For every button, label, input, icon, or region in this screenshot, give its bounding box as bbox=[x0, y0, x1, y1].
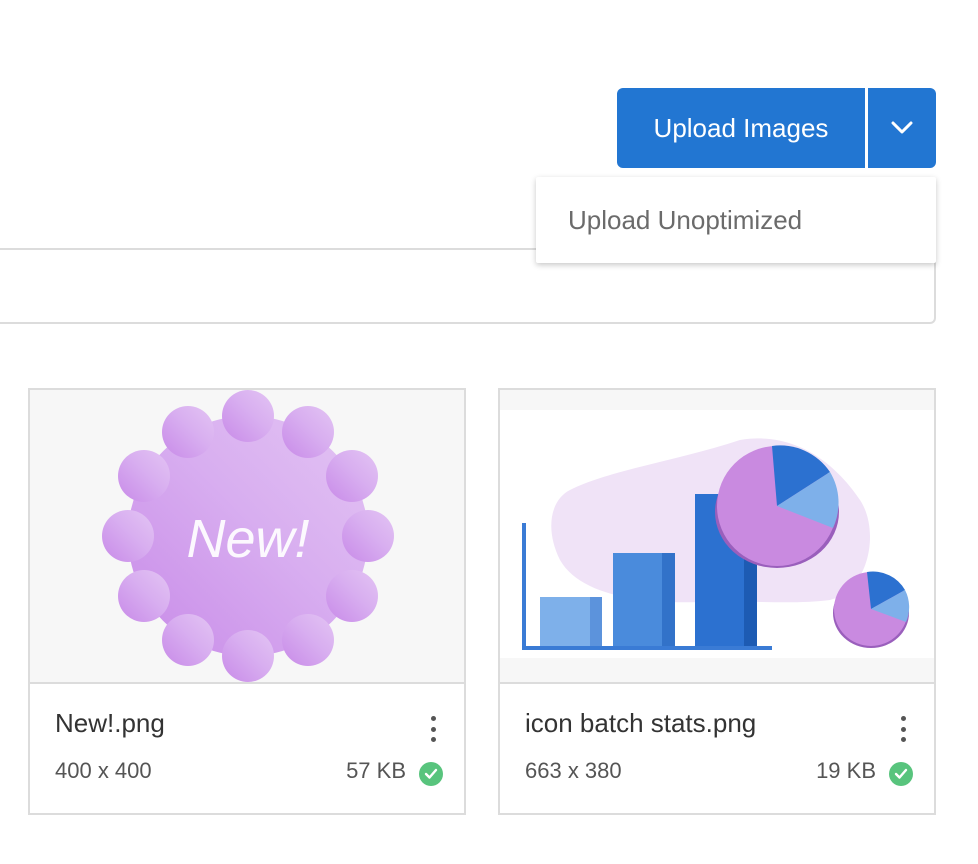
check-circle-icon bbox=[419, 762, 443, 786]
image-thumbnail[interactable]: New! bbox=[30, 390, 464, 682]
image-dimensions: 400 x 400 bbox=[55, 758, 152, 783]
card-divider bbox=[30, 682, 464, 684]
more-options-icon[interactable] bbox=[426, 716, 440, 742]
card-divider bbox=[500, 682, 934, 684]
image-file-size: 57 KB bbox=[346, 758, 406, 783]
more-options-icon[interactable] bbox=[896, 716, 910, 742]
badge-text: New! bbox=[186, 509, 309, 569]
upload-options-toggle[interactable] bbox=[868, 88, 936, 168]
image-thumbnail[interactable] bbox=[500, 390, 934, 682]
upload-images-button[interactable]: Upload Images bbox=[617, 88, 865, 168]
chevron-down-icon bbox=[891, 121, 913, 134]
upload-unoptimized-option[interactable]: Upload Unoptimized bbox=[536, 205, 936, 236]
upload-button-group: Upload Images bbox=[617, 88, 936, 168]
upload-options-menu: Upload Unoptimized bbox=[536, 177, 936, 263]
image-name: New!.png bbox=[55, 708, 165, 738]
image-dimensions: 663 x 380 bbox=[525, 758, 622, 783]
image-file-size: 19 KB bbox=[816, 758, 876, 783]
check-circle-icon bbox=[889, 762, 913, 786]
image-card[interactable]: icon batch stats.png 663 x 380 19 KB bbox=[498, 388, 936, 815]
image-card[interactable]: New! New!.png 400 x 400 57 KB bbox=[28, 388, 466, 815]
image-name: icon batch stats.png bbox=[525, 708, 757, 738]
